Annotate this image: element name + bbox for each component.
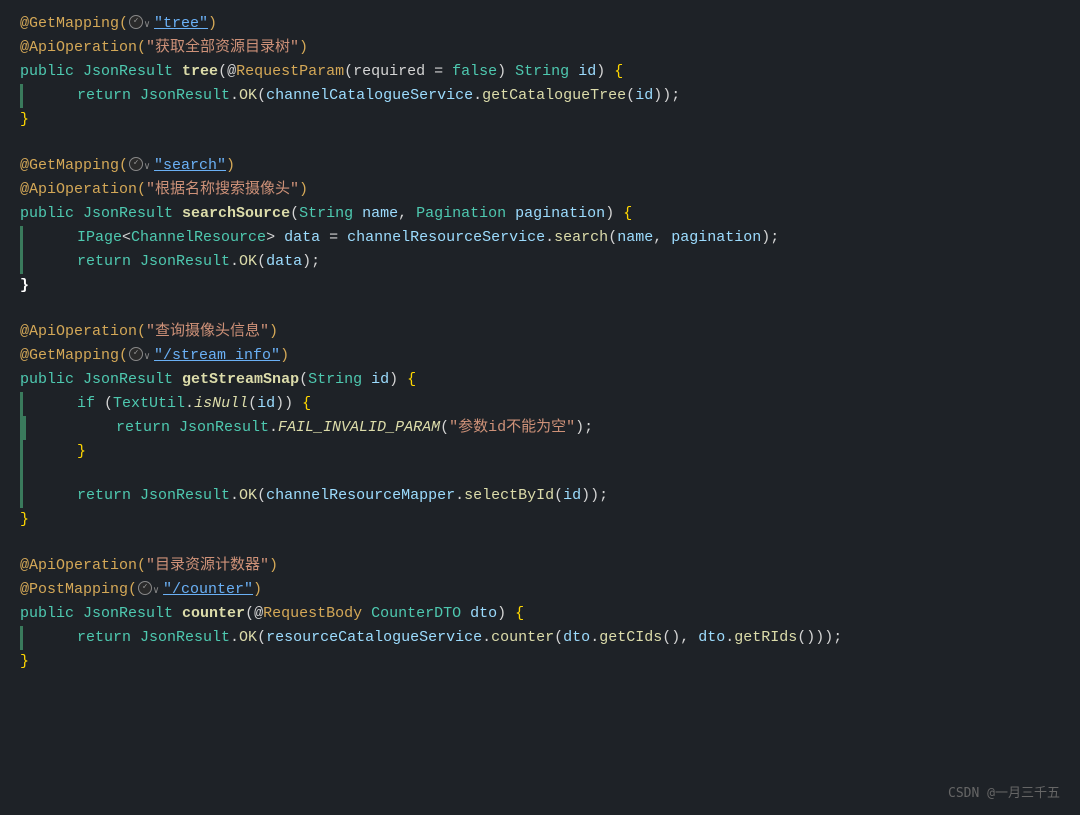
line-21: @PostMapping(∨"/counter") [20, 578, 1060, 602]
counter-section: @ApiOperation("目录资源计数器") @PostMapping(∨"… [0, 552, 1080, 676]
watermark: CSDN @一月三千五 [948, 784, 1060, 805]
line-2: @ApiOperation("获取全部资源目录树") [20, 36, 1060, 60]
line-22: public JsonResult counter(@RequestBody C… [20, 602, 1060, 626]
line-17: } [23, 440, 1060, 464]
line-14: public JsonResult getStreamSnap(String i… [20, 368, 1060, 392]
line-1: @GetMapping(∨"tree") [20, 12, 1060, 36]
line-7: @ApiOperation("根据名称搜索摄像头") [20, 178, 1060, 202]
code-container: @GetMapping(∨"tree") @ApiOperation("获取全部… [0, 0, 1080, 815]
line-11: } [20, 274, 1060, 298]
line-5: } [20, 108, 1060, 132]
line-15: if (TextUtil.isNull(id)) { [23, 392, 1060, 416]
line-13: @GetMapping(∨"/stream_info") [20, 344, 1060, 368]
line-24: } [20, 650, 1060, 674]
stream-section: @ApiOperation("查询摄像头信息") @GetMapping(∨"/… [0, 318, 1080, 534]
gap-3 [0, 534, 1080, 552]
line-6: @GetMapping(∨"search") [20, 154, 1060, 178]
line-18: return JsonResult.OK(channelResourceMapp… [23, 484, 1060, 508]
line-4: return JsonResult.OK(channelCatalogueSer… [23, 84, 1060, 108]
line-20: @ApiOperation("目录资源计数器") [20, 554, 1060, 578]
line-3: public JsonResult tree(@RequestParam(req… [20, 60, 1060, 84]
line-19: } [20, 508, 1060, 532]
line-8: public JsonResult searchSource(String na… [20, 202, 1060, 226]
gap-2 [0, 300, 1080, 318]
line-12: @ApiOperation("查询摄像头信息") [20, 320, 1060, 344]
line-16: return JsonResult.FAIL_INVALID_PARAM("参数… [26, 416, 1060, 440]
gap-1 [0, 134, 1080, 152]
line-9: IPage<ChannelResource> data = channelRes… [23, 226, 1060, 250]
line-23: return JsonResult.OK(resourceCatalogueSe… [23, 626, 1060, 650]
line-10: return JsonResult.OK(data); [23, 250, 1060, 274]
blank-1 [23, 464, 1060, 484]
tree-section: @GetMapping(∨"tree") @ApiOperation("获取全部… [0, 10, 1080, 134]
search-section: @GetMapping(∨"search") @ApiOperation("根据… [0, 152, 1080, 300]
